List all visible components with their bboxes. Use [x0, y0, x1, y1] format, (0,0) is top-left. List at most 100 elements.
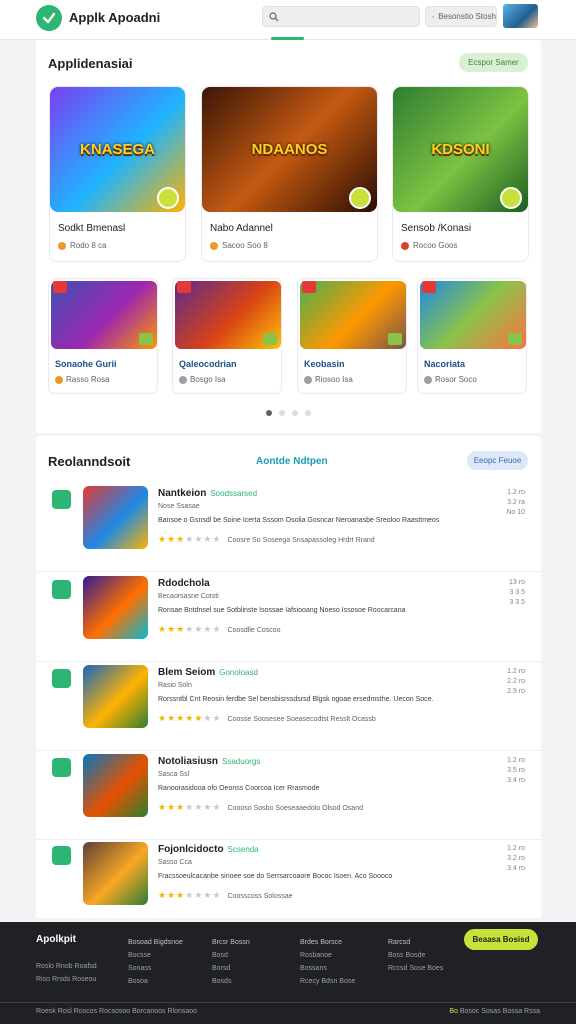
game-meta: Rosor Soco	[424, 375, 477, 384]
footer-link[interactable]: Rccsd Sose Boes	[388, 962, 443, 975]
game-thumbnail[interactable]	[83, 842, 148, 905]
footer-link[interactable]: Riso Rrsds Roseou	[36, 973, 97, 986]
logo[interactable]	[36, 5, 62, 31]
star-icon: ★	[212, 890, 222, 900]
star-icon: ★	[167, 624, 177, 634]
small-game-card[interactable]: Keobasin Riosoo Isa	[297, 278, 407, 394]
rating-note: Coosre So Soseega Snsapassoleg Hrdrt Rra…	[227, 537, 375, 544]
game-thumbnail[interactable]	[83, 486, 148, 549]
small-game-card[interactable]: Qaleocodrian Bosgo Isa	[172, 278, 282, 394]
footer: Apolkpit Roslo Rnob Roafsd Riso Rrsds Ro…	[0, 922, 576, 1024]
star-icon: ★	[158, 890, 168, 900]
top-bar: Applk Apoadni Besonstio Stosh	[0, 0, 576, 40]
game-name: Nacoriata	[424, 359, 466, 369]
footer-link[interactable]: Rosbanoe	[300, 949, 355, 962]
footer-link[interactable]: Bosd	[212, 949, 250, 962]
featured-section: Applidenasiai Ecspor Samer KNASEGA Sodkt…	[36, 40, 541, 433]
game-meta: Sacoo Soo 8	[210, 241, 268, 250]
rank-icon	[52, 490, 71, 509]
footer-link[interactable]: Borsd	[212, 962, 250, 975]
small-game-card[interactable]: Nacoriata Rosor Soco	[417, 278, 527, 394]
footer-brand: Apolkpit	[36, 934, 76, 945]
game-description: Ranoorasidooa ofo Oeonss Coorcoa Icer Rr…	[158, 785, 320, 792]
star-icon: ★	[176, 802, 186, 812]
game-subtitle: Sasca Ssl	[158, 771, 190, 778]
small-game-card[interactable]: Sonaohe Gurii Rasso Rosa	[48, 278, 158, 394]
carousel-dot[interactable]	[279, 410, 285, 416]
footer-link[interactable]: Sonass	[128, 962, 183, 975]
filter-button[interactable]: Eeopc Feuoe	[467, 451, 528, 470]
carousel-dot[interactable]	[292, 410, 298, 416]
game-title[interactable]: Blem Seiom Gonoloasd	[158, 667, 258, 678]
carousel-dots[interactable]	[266, 410, 311, 416]
rank-icon	[52, 669, 71, 688]
rating-note: Coosse Soosesee Soeasecodtst Resslt Ocas…	[227, 716, 376, 723]
footer-left-links: Roslo Rnob Roafsd Riso Rrsds Roseou	[36, 960, 97, 986]
game-description: Fracssoeulcacanbe sinoee soe do Serrsarc…	[158, 873, 393, 880]
list-item[interactable]: Rdodchola Becaorsasne Cotsti Ronsae Bntdns…	[36, 572, 541, 662]
game-description: Rorssntbl Cnt Reosin ferdbe Sel bensbisr…	[158, 696, 434, 703]
game-thumbnail[interactable]	[83, 754, 148, 817]
game-subtitle: Becaorsasne Cotsti	[158, 593, 219, 600]
star-icon: ★	[185, 713, 195, 723]
footer-link[interactable]: Bosds	[212, 975, 250, 988]
footer-link[interactable]: Bosoa	[128, 975, 183, 988]
game-stats: 13 ro 3 3.5 3 3.5	[509, 579, 525, 606]
search-icon	[269, 11, 279, 21]
star-icon: ★	[176, 534, 186, 544]
game-title[interactable]: Notoliasiusn Ssaduorgs	[158, 756, 260, 767]
check-icon	[508, 333, 522, 345]
game-title[interactable]: Nantkeion Soodssarsed	[158, 488, 257, 499]
tag-icon	[53, 281, 67, 293]
game-tag: Scsenda	[227, 845, 259, 854]
game-stats: 1.2 ro 2.2 ro 2.9 ro	[507, 668, 525, 695]
rank-icon	[52, 846, 71, 865]
rank-icon	[52, 758, 71, 777]
game-name: Sonaohe Gurii	[55, 359, 117, 369]
avatar[interactable]	[503, 4, 538, 28]
star-icon: ★	[185, 624, 195, 634]
carousel-dot[interactable]	[305, 410, 311, 416]
search-box[interactable]	[262, 6, 420, 27]
footer-column: Rarcsd Boss Bosde Rccsd Sose Boes	[388, 936, 443, 975]
footer-link[interactable]: Boss Bosde	[388, 949, 443, 962]
footer-cta-button[interactable]: Beaasa Bosisd	[464, 929, 538, 950]
featured-card[interactable]: KDSONI Sensob /Konasi Rocoo Goos	[392, 86, 529, 262]
game-thumbnail[interactable]	[83, 576, 148, 639]
game-tag: Soodssarsed	[210, 489, 258, 498]
footer-bottom-links[interactable]: Roesk Rosl Roscos Rocsosoo Borcanoos Rlo…	[36, 1008, 197, 1015]
list-item[interactable]: Notoliasiusn Ssaduorgs Sasca Ssl Ranoorasid…	[36, 750, 541, 840]
list-item[interactable]: Nantkeion Soodssarsed Nose Ssasae Bansoe o …	[36, 482, 541, 572]
featured-card[interactable]: KNASEGA Sodkt Bmenasl Rodo 8 ca	[49, 86, 186, 262]
rating-stars: ★★★★★★★ Coooso Sosbo Soeseaaedolo Olsod O…	[158, 802, 363, 813]
game-description: Bansoe o Gsnsdl be Soine Icerta Sssom Os…	[158, 517, 440, 524]
game-thumbnail[interactable]	[83, 665, 148, 728]
secondary-search[interactable]: Besonstio Stosh	[425, 6, 497, 27]
list-item[interactable]: Blem Seiom Gonoloasd Rasio Soln Rorssntbl C…	[36, 661, 541, 751]
check-icon	[42, 12, 56, 24]
footer-column-heading: Brcsr Bossn	[212, 939, 250, 946]
footer-link[interactable]: Roslo Rnob Roafsd	[36, 960, 97, 973]
carousel-dot[interactable]	[266, 410, 272, 416]
game-name: Keobasin	[304, 359, 345, 369]
game-title[interactable]: Rdodchola	[158, 578, 210, 589]
footer-column-heading: Bosoad Bigdsnoe	[128, 939, 183, 946]
footer-link[interactable]: Bossans	[300, 962, 355, 975]
center-link[interactable]: Aontde Ndtpen	[256, 456, 328, 467]
footer-link[interactable]: Rcecy Bdsn Bose	[300, 975, 355, 988]
footer-copyright: Bosoc Sosas Bossa Rssa	[459, 1008, 540, 1015]
footer-divider	[0, 1002, 576, 1003]
explore-button[interactable]: Ecspor Samer	[459, 53, 528, 72]
game-stats: 1.2 ro 3.2 ra No 10	[506, 489, 525, 516]
footer-column: Brcsr Bossn Bosd Borsd Bosds	[212, 936, 250, 988]
list-item[interactable]: Fojonlcidocto Scsenda Sasso Cca Fracssoeulc…	[36, 838, 541, 928]
badge-icon	[500, 187, 522, 209]
secondary-search-label: Besonstio Stosh	[438, 12, 496, 21]
featured-card[interactable]: NDAANOS Nabo Adannel Sacoo Soo 8	[201, 86, 378, 262]
footer-bottom-right: Bo Bosoc Sosas Bossa Rssa	[449, 1008, 540, 1015]
search-input[interactable]	[283, 11, 413, 22]
footer-link[interactable]: Bocsse	[128, 949, 183, 962]
game-title[interactable]: Fojonlcidocto Scsenda	[158, 844, 259, 855]
featured-title: Applidenasiai	[48, 56, 133, 71]
app-name: Applk Apoadni	[69, 10, 161, 25]
